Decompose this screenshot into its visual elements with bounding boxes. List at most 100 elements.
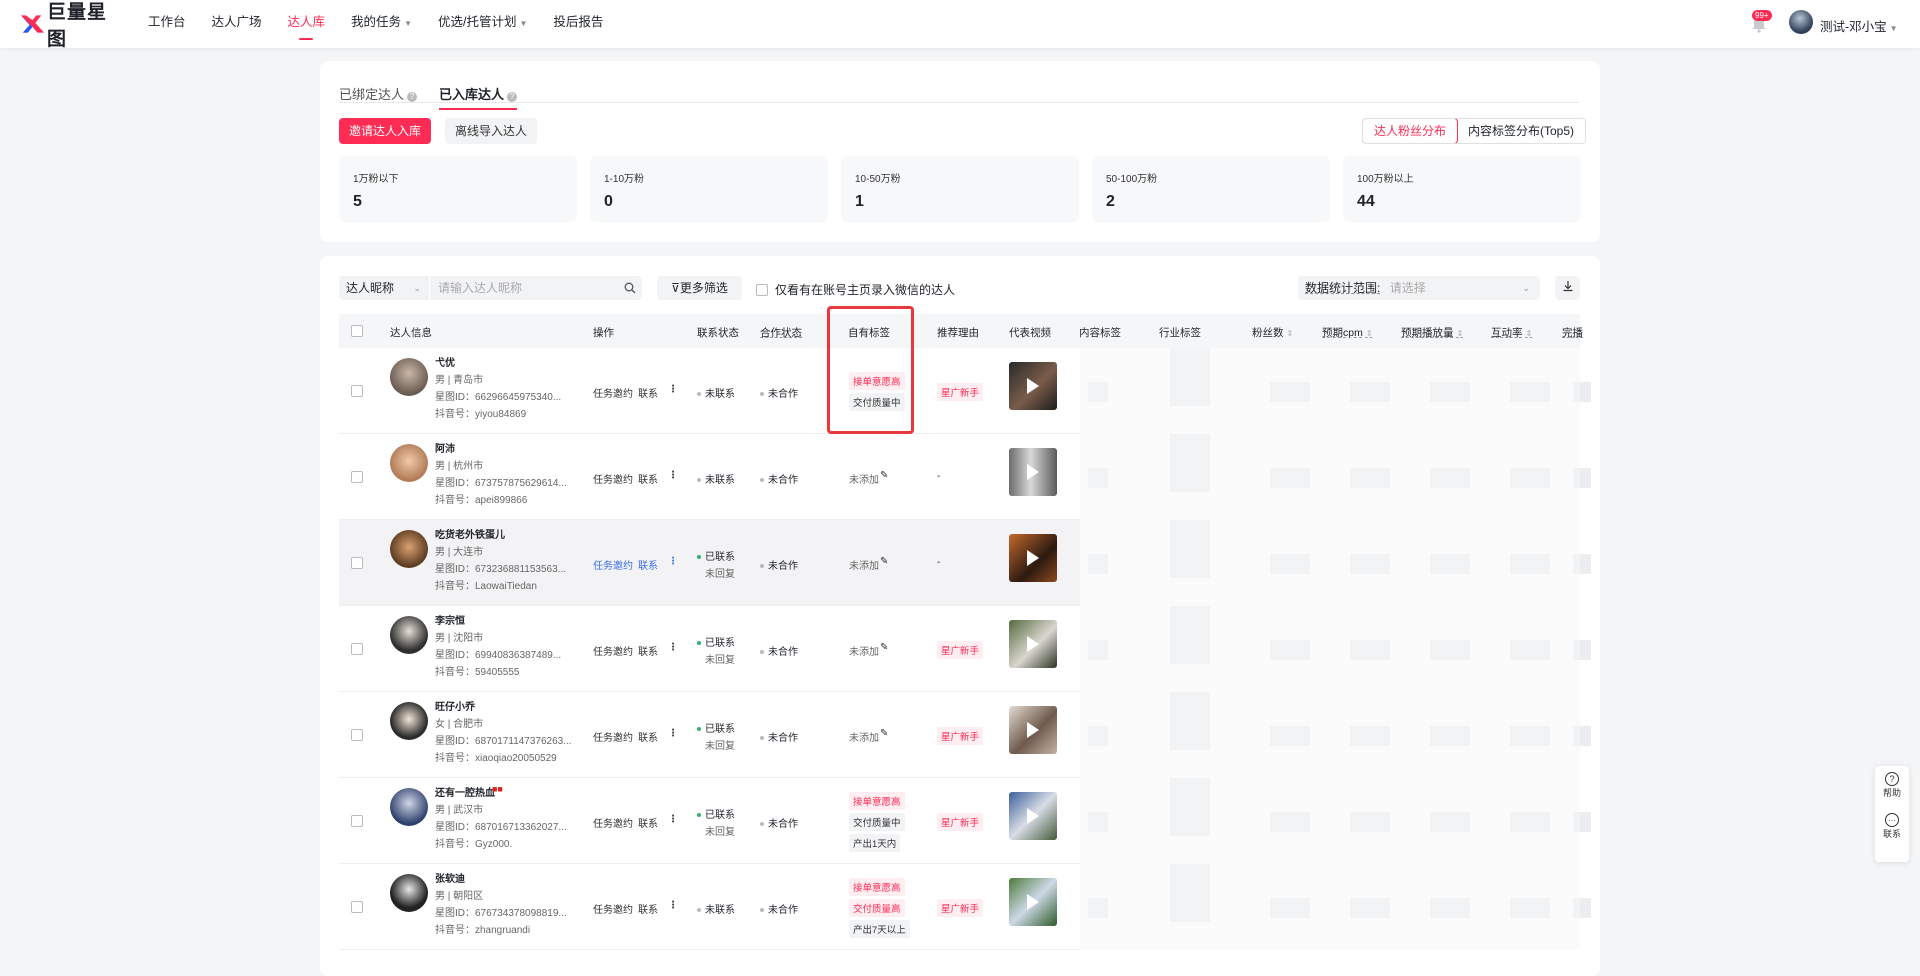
username[interactable]: 测试-邓小宝 ▼ — [1820, 16, 1898, 35]
avatar[interactable] — [390, 874, 428, 912]
stat-card[interactable]: 100万粉以上 44 — [1343, 156, 1581, 222]
edit-icon[interactable]: ✎ — [880, 728, 888, 739]
stat-card[interactable]: 50-100万粉 2 — [1092, 156, 1330, 222]
avatar[interactable] — [390, 702, 428, 740]
row-checkbox[interactable] — [351, 815, 363, 827]
col-play[interactable]: 预期播放量 ⇕ — [1401, 325, 1463, 340]
data-range-select[interactable]: 数据统计范围: 请选择 ⌄ — [1298, 276, 1540, 300]
search-field-select[interactable]: 达人昵称 ⌄ — [339, 276, 429, 300]
tab-content-distribution[interactable]: 内容标签分布(Top5) — [1457, 119, 1585, 143]
search-input[interactable]: 请输入达人昵称 — [430, 276, 642, 300]
more-icon[interactable]: ⋮ — [668, 728, 678, 739]
stat-card[interactable]: 1万粉以下 5 — [339, 156, 577, 222]
contact-link[interactable]: 联系 — [638, 471, 658, 486]
contact-link[interactable]: 联系 — [638, 901, 658, 916]
avatar[interactable] — [390, 788, 428, 826]
row-checkbox[interactable] — [351, 901, 363, 913]
video-thumbnail[interactable] — [1009, 362, 1057, 410]
edit-icon[interactable]: ✎ — [880, 556, 888, 567]
invite-button[interactable]: 邀请达人入库 — [339, 118, 431, 144]
row-checkbox[interactable] — [351, 471, 363, 483]
tab-stored[interactable]: 已入库达人? — [439, 84, 518, 110]
video-thumbnail[interactable] — [1009, 534, 1057, 582]
more-icon[interactable]: ⋮ — [668, 384, 678, 395]
more-icon[interactable]: ⋮ — [668, 556, 678, 567]
table-row[interactable]: 阿沛 男 | 杭州市 星图ID：673757875629614... 抖音号：a… — [339, 434, 1080, 520]
avatar[interactable] — [390, 444, 428, 482]
wechat-checkbox[interactable] — [756, 283, 768, 296]
kol-name[interactable]: 李宗恒 — [435, 612, 465, 627]
contact-link[interactable]: 联系 — [638, 729, 658, 744]
stat-card[interactable]: 1-10万粉 0 — [590, 156, 828, 222]
nav-reports[interactable]: 投后报告 — [553, 0, 603, 48]
kol-name[interactable]: 弋优 — [435, 354, 455, 369]
contact-link[interactable]: 联系 — [638, 557, 658, 572]
video-thumbnail[interactable] — [1009, 448, 1057, 496]
more-icon[interactable]: ⋮ — [668, 470, 678, 481]
col-fans[interactable]: 粉丝数 ⇕ — [1252, 325, 1293, 340]
wechat-filter[interactable]: 仅看有在账号主页录入微信的达人 — [756, 281, 955, 298]
more-icon[interactable]: ⋮ — [668, 814, 678, 825]
row-checkbox[interactable] — [351, 643, 363, 655]
nav-library[interactable]: 达人库 — [288, 0, 325, 48]
kol-name[interactable]: 吃货老外铁蛋儿 — [435, 526, 505, 541]
video-thumbnail[interactable] — [1009, 878, 1057, 926]
task-invite-link[interactable]: 任务邀约 — [593, 729, 633, 744]
task-invite-link[interactable]: 任务邀约 — [593, 471, 633, 486]
contact-button[interactable]: … 联系 — [1875, 813, 1909, 840]
contact-link[interactable]: 联系 — [638, 815, 658, 830]
edit-icon[interactable]: ✎ — [880, 642, 888, 653]
user-avatar[interactable] — [1789, 10, 1813, 34]
more-icon[interactable]: ⋮ — [668, 642, 678, 653]
nav-square[interactable]: 达人广场 — [212, 0, 262, 48]
task-invite-link[interactable]: 任务邀约 — [593, 643, 633, 658]
main-nav: 工作台 达人广场 达人库 我的任务 ▼ 优选/托管计划 ▼ 投后报告 — [148, 0, 629, 48]
help-icon[interactable]: ? — [507, 92, 518, 102]
nav-plans[interactable]: 优选/托管计划 ▼ — [438, 0, 527, 48]
col-interact[interactable]: 互动率 ⇕ — [1491, 325, 1532, 340]
tab-bound[interactable]: 已绑定达人? — [339, 84, 418, 110]
tab-fans-distribution[interactable]: 达人粉丝分布 — [1363, 119, 1459, 143]
row-checkbox[interactable] — [351, 557, 363, 569]
more-filters-button[interactable]: ⊽更多筛选 — [657, 276, 742, 300]
row-checkbox[interactable] — [351, 385, 363, 397]
table-row[interactable]: 旺仔小乔 女 | 合肥市 星图ID：6870171147376263... 抖音… — [339, 692, 1080, 778]
table-row[interactable]: 弋优 男 | 青岛市 星图ID：66296645975340... 抖音号：yi… — [339, 348, 1080, 434]
recommend-reason: - — [937, 557, 941, 568]
task-invite-link[interactable]: 任务邀约 — [593, 557, 633, 572]
task-invite-link[interactable]: 任务邀约 — [593, 815, 633, 830]
kol-name[interactable]: 张软迪 — [435, 870, 465, 885]
table-row[interactable]: 张软迪 男 | 朝阳区 星图ID：676734378098819... 抖音号：… — [339, 864, 1080, 950]
video-thumbnail[interactable] — [1009, 792, 1057, 840]
nav-workbench[interactable]: 工作台 — [148, 0, 186, 48]
avatar[interactable] — [390, 358, 428, 396]
edit-icon[interactable]: ✎ — [880, 470, 888, 481]
help-icon[interactable]: ? — [407, 92, 418, 102]
kol-name[interactable]: 旺仔小乔 — [435, 698, 475, 713]
col-cpm[interactable]: 预期cpm ⇕ — [1322, 325, 1373, 340]
table-row[interactable]: 李宗恒 男 | 沈阳市 星图ID：69940836387489... 抖音号：5… — [339, 606, 1080, 692]
reply-status: 未回复 — [705, 569, 735, 580]
stat-card[interactable]: 10-50万粉 1 — [841, 156, 1079, 222]
nav-tasks[interactable]: 我的任务 ▼ — [351, 0, 412, 48]
contact-link[interactable]: 联系 — [638, 643, 658, 658]
kol-name[interactable]: 还有一腔热血 — [435, 784, 495, 799]
help-button[interactable]: ? 帮助 — [1875, 772, 1909, 799]
brand-logo[interactable]: 巨量星图 — [20, 0, 124, 51]
select-all-checkbox[interactable] — [351, 325, 363, 337]
row-checkbox[interactable] — [351, 729, 363, 741]
download-button[interactable] — [1555, 276, 1580, 300]
search-icon[interactable] — [624, 282, 636, 294]
avatar[interactable] — [390, 616, 428, 654]
avatar[interactable] — [390, 530, 428, 568]
video-thumbnail[interactable] — [1009, 620, 1057, 668]
task-invite-link[interactable]: 任务邀约 — [593, 901, 633, 916]
kol-name[interactable]: 阿沛 — [435, 440, 455, 455]
table-row[interactable]: 吃货老外铁蛋儿 男 | 大连市 星图ID：673236881153563... … — [339, 520, 1080, 606]
task-invite-link[interactable]: 任务邀约 — [593, 385, 633, 400]
table-row[interactable]: 还有一腔热血 ■■ 男 | 武汉市 星图ID：687016713362027..… — [339, 778, 1080, 864]
offline-import-button[interactable]: 离线导入达人 — [445, 118, 537, 144]
contact-link[interactable]: 联系 — [638, 385, 658, 400]
more-icon[interactable]: ⋮ — [668, 900, 678, 911]
video-thumbnail[interactable] — [1009, 706, 1057, 754]
